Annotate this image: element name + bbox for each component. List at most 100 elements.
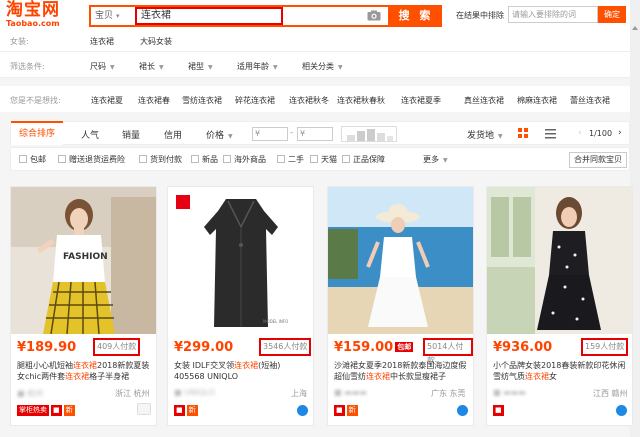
category-label: 女装: — [10, 37, 29, 46]
next-page-icon[interactable]: › — [618, 128, 622, 138]
checkbox[interactable] — [58, 155, 66, 163]
product-title[interactable]: 腿粗小心机短袖连衣裙2018新款夏装女chic两件套连衣裙格子半身裙 — [17, 360, 153, 384]
filter-age-label: 适用年龄 — [237, 62, 269, 71]
tmall-icon: ■ — [493, 405, 504, 416]
filter-length[interactable]: 裙长 ▼ — [139, 61, 164, 72]
checkbox[interactable] — [342, 155, 350, 163]
related-item[interactable]: 连衣裙春 — [138, 95, 170, 106]
prev-page-icon[interactable]: ‹ — [578, 128, 582, 138]
product-card[interactable]: FASHION ¥189.90 409人付款 腿粗小心机短袖连衣裙2018新款夏… — [10, 186, 157, 426]
option-genuine[interactable]: 正品保障 — [342, 154, 385, 165]
product-image[interactable]: MODEL INFO — [168, 187, 313, 334]
title-text: 腿粗小心机短袖 — [17, 361, 73, 370]
related-item[interactable]: 碎花连衣裙 — [235, 95, 275, 106]
product-image[interactable]: FASHION — [11, 187, 156, 334]
category-item[interactable]: 连衣裙 — [90, 36, 114, 47]
sort-price-tab[interactable]: 价格 ▼ — [206, 128, 233, 141]
filter-size[interactable]: 尺码 ▼ — [90, 61, 115, 72]
filter-age[interactable]: 适用年龄 ▼ — [237, 61, 278, 72]
list-view-icon[interactable] — [545, 128, 556, 139]
price-max-input[interactable]: ¥ — [297, 127, 333, 141]
badge-row: ■ 新 — [174, 405, 200, 417]
product-card[interactable]: ¥159.00 包邮 5014人付款 沙滩裙女夏季2018新款泰国海边度假超仙雪纺… — [327, 186, 474, 426]
related-item[interactable]: 蕾丝连衣裙 — [570, 95, 610, 106]
page-indicator: 1/100 — [589, 129, 613, 138]
price-range-histogram-icon[interactable] — [341, 126, 397, 142]
price-min-input[interactable]: ¥ — [252, 127, 288, 141]
options-more[interactable]: 更多 ▼ — [423, 154, 448, 165]
chat-icon[interactable] — [137, 403, 151, 415]
option-overseas[interactable]: 海外商品 — [223, 154, 266, 165]
sort-credit-tab[interactable]: 信用 — [164, 128, 182, 141]
product-card[interactable]: ¥936.00 159人付款 小个品牌女装2018春装新款印花休闲雪纺气质连衣裙… — [486, 186, 633, 426]
merge-same-items-button[interactable]: 合并同款宝贝 — [569, 152, 627, 168]
filter-related-label: 相关分类 — [302, 62, 334, 71]
sort-sales-tab[interactable]: 销量 — [122, 128, 140, 141]
search-type-select[interactable]: 宝贝 ▾ — [95, 9, 133, 24]
paid-count: 159人付款 — [581, 338, 629, 356]
title-keyword: 连衣裙 — [73, 361, 97, 370]
product-title[interactable]: 小个品牌女装2018春装新款印花休闲雪纺气质连衣裙女 — [493, 360, 629, 384]
checkbox[interactable] — [139, 155, 147, 163]
product-price: ¥189.90 — [17, 340, 77, 355]
free-shipping-tag: 包邮 — [395, 342, 414, 352]
taobao-logo[interactable]: 淘宝网 Taobao.com — [6, 2, 72, 30]
shop-name[interactable]: ■ ▬▬▬ — [493, 388, 526, 397]
option-new[interactable]: 新品 — [191, 154, 218, 165]
camera-icon[interactable] — [367, 10, 381, 21]
wangwang-chat-icon[interactable] — [616, 405, 627, 416]
related-item[interactable]: 真丝连衣裙 — [464, 95, 504, 106]
product-price: ¥936.00 — [493, 340, 553, 355]
shop-avatar: ■ ▬▬▬ — [493, 388, 526, 397]
related-item[interactable]: 棉麻连衣裙 — [517, 95, 557, 106]
hot-seller-badge: 掌柜热卖 — [17, 405, 49, 416]
option-tmall[interactable]: 天猫 — [310, 154, 337, 165]
title-text: 小个品牌女装2018春装新款印花休闲雪纺气质 — [493, 361, 626, 381]
option-label: 海外商品 — [234, 155, 266, 164]
checkbox[interactable] — [19, 155, 27, 163]
shop-name[interactable]: ■ 杭州 — [17, 388, 43, 399]
category-item[interactable]: 大码女装 — [140, 36, 172, 47]
sort-popularity-tab[interactable]: 人气 — [81, 128, 99, 141]
title-text: 女 — [549, 372, 557, 381]
shop-name[interactable]: ■ UNIQLO — [174, 388, 215, 397]
options-more-label: 更多 — [423, 155, 439, 164]
badge-row: ■ 新 — [334, 405, 360, 417]
search-input[interactable]: 连衣裙 — [135, 7, 283, 25]
related-item[interactable]: 连衣裙夏季 — [401, 95, 441, 106]
filter-type-label: 裙型 — [188, 62, 204, 71]
filter-related-category[interactable]: 相关分类 ▼ — [302, 61, 343, 72]
exclude-input[interactable]: 请输入要排除的词 — [508, 6, 598, 23]
search-button[interactable]: 搜 索 — [390, 5, 442, 27]
grid-view-icon[interactable] — [518, 128, 529, 139]
product-image[interactable] — [487, 187, 632, 334]
option-free-shipping[interactable]: 包邮 — [19, 154, 46, 165]
checkbox[interactable] — [191, 155, 199, 163]
product-card[interactable]: MODEL INFO ¥299.00 3546人付款 女装 IDLF交叉领连衣裙… — [167, 186, 314, 426]
filter-type[interactable]: 裙型 ▼ — [188, 61, 213, 72]
sort-price-label: 价格 — [206, 131, 225, 141]
exclude-confirm-button[interactable]: 确定 — [598, 6, 626, 23]
checkbox[interactable] — [223, 155, 231, 163]
related-item[interactable]: 连衣裙秋春秋 — [337, 95, 385, 106]
product-title[interactable]: 女装 IDLF交叉领连衣裙(短袖) 405568 UNIQLO — [174, 360, 310, 384]
option-return-insurance[interactable]: 赠送退货运费险 — [58, 154, 125, 165]
new-badge-icon: 新 — [186, 405, 198, 416]
product-image[interactable] — [328, 187, 473, 334]
scroll-up-icon[interactable] — [632, 26, 638, 30]
option-second-hand[interactable]: 二手 — [277, 154, 304, 165]
related-item[interactable]: 雪纺连衣裙 — [182, 95, 222, 106]
checkbox[interactable] — [277, 155, 285, 163]
option-cash-on-delivery[interactable]: 货到付款 — [139, 154, 182, 165]
related-item[interactable]: 连衣裙夏 — [91, 95, 123, 106]
ship-from-select[interactable]: 发货地 ▼ — [467, 128, 503, 141]
wangwang-chat-icon[interactable] — [457, 405, 468, 416]
option-label: 赠送退货运费险 — [69, 155, 125, 164]
product-title[interactable]: 沙滩裙女夏季2018新款泰国海边度假超仙雪纺连衣裙中长款显瘦裙子 — [334, 360, 470, 384]
checkbox[interactable] — [310, 155, 318, 163]
related-item[interactable]: 连衣裙秋冬 — [289, 95, 329, 106]
option-label: 正品保障 — [353, 155, 385, 164]
sort-default-tab[interactable]: 综合排序 — [11, 121, 63, 145]
shop-name[interactable]: ■ ▬▬▬ — [334, 388, 367, 397]
wangwang-chat-icon[interactable] — [297, 405, 308, 416]
